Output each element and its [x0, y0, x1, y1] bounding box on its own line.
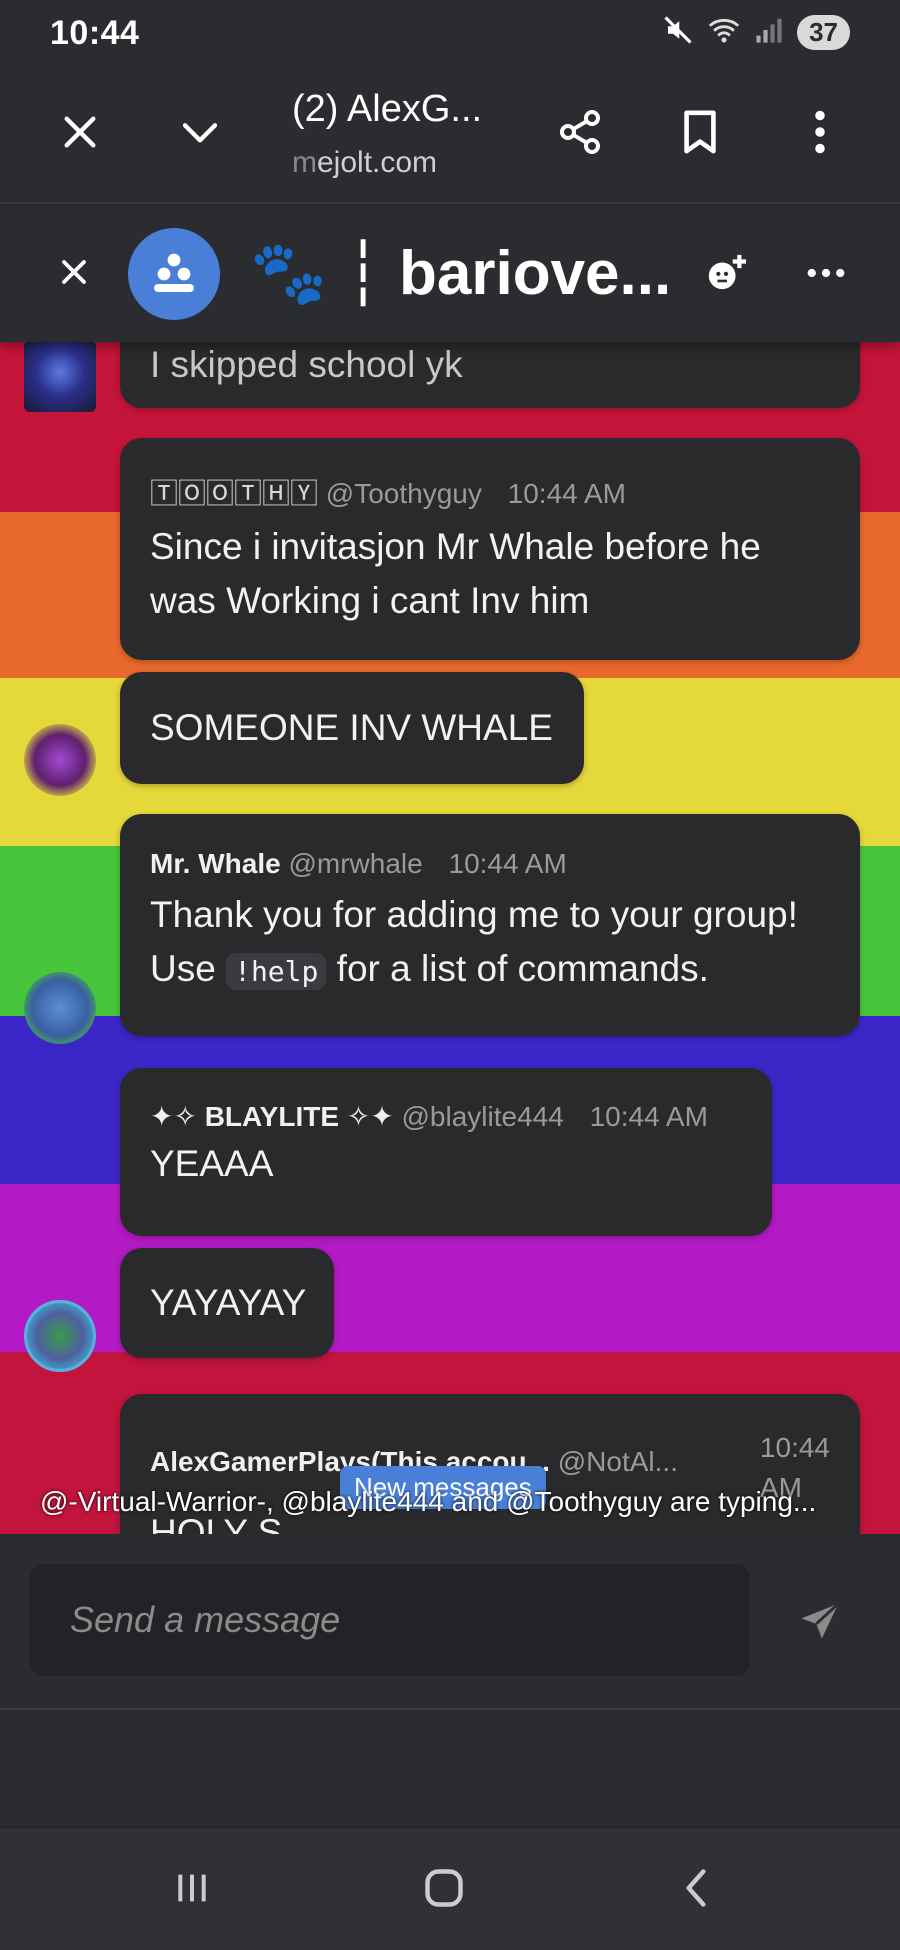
- status-time: 10:44: [50, 14, 140, 52]
- typing-indicator: @-Virtual-Warrior-, @blaylite444 and @To…: [40, 1486, 817, 1517]
- message-composer: [0, 1534, 900, 1710]
- message-header: Mr. Whale @mrwhale 10:44 AM: [150, 848, 830, 880]
- message-text: YAYAYAY: [150, 1282, 307, 1323]
- home-button[interactable]: [404, 1850, 484, 1930]
- back-button[interactable]: [656, 1850, 736, 1930]
- more-vert-icon: [812, 110, 828, 159]
- send-button[interactable]: [780, 1584, 860, 1664]
- message-text: Thank you for adding me to your group! U…: [150, 888, 830, 999]
- status-icons: 37: [663, 15, 850, 50]
- status-bar: 10:44 37: [0, 0, 900, 66]
- back-icon: [679, 1866, 713, 1915]
- message-handle[interactable]: @mrwhale: [288, 848, 422, 879]
- send-icon: [798, 1600, 842, 1649]
- page-url[interactable]: mejolt.com: [292, 146, 437, 180]
- message-bubble: 🅃🄾🄾🅃🄷🅈 @Toothyguy 10:44 AM Since i invit…: [120, 438, 860, 660]
- browser-toolbar: (2) AlexG... mejolt.com: [0, 66, 900, 204]
- user-avatar[interactable]: [24, 1300, 96, 1372]
- add-member-button[interactable]: [686, 234, 766, 314]
- close-tab-button[interactable]: [40, 94, 120, 174]
- message-text-part: for a list of commands.: [336, 948, 709, 989]
- message-time: 10:44 AM: [589, 1101, 708, 1132]
- close-chat-button[interactable]: [34, 234, 114, 314]
- url-domain: ejolt.com: [317, 146, 438, 179]
- collapse-button[interactable]: [160, 94, 240, 174]
- message-handle[interactable]: @NotAl...: [558, 1446, 678, 1477]
- chat-menu-button[interactable]: [786, 234, 866, 314]
- message-handle[interactable]: @blaylite444: [402, 1101, 564, 1132]
- user-avatar[interactable]: [24, 342, 96, 412]
- more-horiz-icon: [807, 265, 845, 283]
- chat-header: 🐾 ┆ bariove...: [0, 206, 900, 342]
- message-time: 10:44 AM: [507, 478, 626, 509]
- recents-button[interactable]: [152, 1850, 232, 1930]
- message-bubble: ✦✧ BLAYLITE ✧✦ @blaylite444 10:44 AM YEA…: [120, 1068, 772, 1236]
- message-text: I skipped school yk: [150, 344, 463, 385]
- chat-title-text: bariove...: [399, 239, 672, 308]
- system-nav-bar: [0, 1826, 900, 1950]
- message-text: Since i invitasjon Mr Whale before he wa…: [150, 526, 761, 621]
- message-bubble: SOMEONE INV WHALE: [120, 672, 584, 784]
- close-icon: [59, 257, 89, 292]
- inline-code: !help: [226, 953, 327, 990]
- user-avatar[interactable]: [24, 972, 96, 1044]
- chevron-down-icon: [176, 112, 224, 157]
- message-bubble: YAYAYAY: [120, 1248, 334, 1358]
- paw-emoji: 🐾: [250, 239, 328, 308]
- bookmark-button[interactable]: [660, 94, 740, 174]
- url-faded-part: m: [292, 146, 317, 179]
- message-header: ✦✧ BLAYLITE ✧✦ @blaylite444 10:44 AM: [150, 1100, 742, 1133]
- message-input[interactable]: [30, 1564, 750, 1676]
- close-icon: [60, 112, 100, 157]
- message-header: 🅃🄾🄾🅃🄷🅈 @Toothyguy 10:44 AM: [150, 472, 830, 512]
- chat-message-list[interactable]: I skipped school yk 🅃🄾🄾🅃🄷🅈 @Toothyguy 10…: [0, 342, 900, 1534]
- message-username[interactable]: ✦✧ BLAYLITE ✧✦: [150, 1101, 394, 1132]
- message-text: SOMEONE INV WHALE: [150, 707, 553, 748]
- chat-title[interactable]: 🐾 ┆ bariove...: [250, 236, 671, 310]
- message-time: 10:44 AM: [448, 848, 567, 879]
- message-text: YEAAA: [150, 1143, 274, 1184]
- message-bubble: Mr. Whale @mrwhale 10:44 AM Thank you fo…: [120, 814, 860, 1036]
- message-bubble: I skipped school yk: [120, 342, 860, 408]
- message-time-line: 10:44: [759, 1432, 830, 1463]
- message-handle[interactable]: @Toothyguy: [326, 478, 482, 509]
- keyboard-spacer: [0, 1712, 900, 1826]
- group-icon: [150, 250, 198, 299]
- title-separator: ┆: [344, 239, 382, 308]
- share-button[interactable]: [540, 94, 620, 174]
- wifi-icon: [707, 15, 741, 50]
- message-username[interactable]: Mr. Whale: [150, 848, 281, 879]
- add-member-icon: [703, 251, 749, 298]
- share-icon: [556, 108, 604, 161]
- home-icon: [422, 1866, 466, 1915]
- recents-icon: [172, 1868, 212, 1913]
- message-username[interactable]: 🅃🄾🄾🅃🄷🅈: [150, 478, 318, 509]
- page-title: (2) AlexG...: [292, 88, 483, 130]
- browser-menu-button[interactable]: [780, 94, 860, 174]
- bookmark-icon: [680, 109, 720, 160]
- signal-icon: [755, 15, 783, 50]
- group-avatar[interactable]: [128, 228, 220, 320]
- user-avatar[interactable]: [24, 724, 96, 796]
- battery-indicator: 37: [797, 15, 850, 50]
- mute-icon: [663, 15, 693, 50]
